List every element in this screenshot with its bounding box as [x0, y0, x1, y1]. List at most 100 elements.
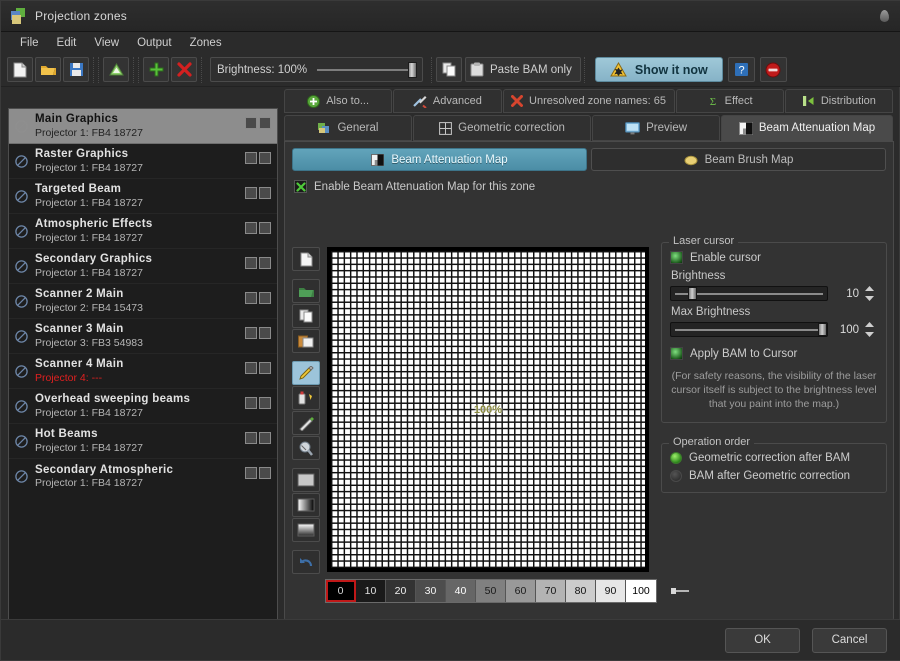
bam-swatch-30[interactable]: 30: [416, 580, 446, 602]
operation-order-option-0[interactable]: Geometric correction after BAM: [670, 452, 878, 464]
operation-order-radio-bam-after-geometric[interactable]: [670, 470, 682, 482]
bam-swatch-100[interactable]: 100: [626, 580, 656, 602]
zone-list-item-5[interactable]: Scanner 2 Main Projector 2: FB4 15473: [9, 284, 277, 319]
enable-bam-row[interactable]: Enable Beam Attenuation Map for this zon…: [294, 180, 893, 193]
fill-tool[interactable]: [292, 386, 320, 410]
add-zone-button[interactable]: [143, 57, 169, 82]
bam-swatch-0[interactable]: 0: [326, 580, 356, 602]
zone-toggle-boxes[interactable]: [245, 187, 271, 199]
bam-swatch-20[interactable]: 20: [386, 580, 416, 602]
bam-swatch-90[interactable]: 90: [596, 580, 626, 602]
brightness-control[interactable]: Brightness: 100%: [210, 57, 423, 82]
cursor-brightness-knob[interactable]: [688, 287, 697, 300]
horizontal-gradient-tool[interactable]: [292, 493, 320, 517]
open-map-tool[interactable]: [292, 279, 320, 303]
zone-toggle-a[interactable]: [245, 397, 257, 409]
new-file-button[interactable]: [7, 57, 33, 82]
zone-toggle-b[interactable]: [259, 292, 271, 304]
bam-swatch-10[interactable]: 10: [356, 580, 386, 602]
zone-toggle-b[interactable]: [259, 397, 271, 409]
tab-advanced[interactable]: Advanced: [393, 89, 501, 113]
open-folder-button[interactable]: [35, 57, 61, 82]
bam-swatch-40[interactable]: 40: [446, 580, 476, 602]
bam-swatch-50[interactable]: 50: [476, 580, 506, 602]
show-it-now-button[interactable]: Show it now: [595, 57, 723, 82]
undo-tool[interactable]: [292, 550, 320, 574]
zone-toggle-a[interactable]: [245, 222, 257, 234]
tab-beam-attenuation-map[interactable]: Beam Attenuation Map: [721, 115, 893, 141]
tab-distribution[interactable]: Distribution: [785, 89, 893, 113]
upload-button[interactable]: [103, 57, 129, 82]
menu-item-file[interactable]: File: [11, 35, 48, 51]
zone-toggle-boxes[interactable]: [245, 222, 271, 234]
zone-toggle-b[interactable]: [259, 257, 271, 269]
zone-toggle-boxes[interactable]: [245, 257, 271, 269]
bam-grid-canvas[interactable]: 100%: [327, 247, 649, 572]
cursor-brightness-row[interactable]: 10: [670, 285, 878, 302]
zone-toggle-a[interactable]: [245, 257, 257, 269]
zone-toggle-b[interactable]: [259, 222, 271, 234]
menu-item-edit[interactable]: Edit: [48, 35, 86, 51]
zone-toggle-a[interactable]: [245, 152, 257, 164]
brightness-slider-knob[interactable]: [408, 62, 417, 78]
zone-list[interactable]: Main Graphics Projector 1: FB4 18727 Ras…: [8, 108, 278, 621]
zone-toggle-boxes[interactable]: [245, 467, 271, 479]
zone-list-item-0[interactable]: Main Graphics Projector 1: FB4 18727: [9, 109, 277, 144]
zone-toggle-boxes[interactable]: [245, 432, 271, 444]
cancel-button[interactable]: Cancel: [812, 628, 887, 653]
eyedropper-tool[interactable]: [292, 436, 320, 460]
zone-toggle-boxes[interactable]: [245, 327, 271, 339]
menu-item-zones[interactable]: Zones: [181, 35, 231, 51]
zone-list-item-7[interactable]: Scanner 4 Main Projector 4: ---: [9, 354, 277, 389]
zone-toggle-boxes[interactable]: [245, 152, 271, 164]
subtab-beam-attenuation-map[interactable]: Beam Attenuation Map: [292, 148, 587, 171]
menu-item-output[interactable]: Output: [128, 35, 181, 51]
paste-bam-only-button[interactable]: Paste BAM only: [465, 57, 581, 82]
tab-effect[interactable]: Σ Effect: [676, 89, 784, 113]
zone-toggle-b[interactable]: [259, 187, 271, 199]
solid-fill-tool[interactable]: [292, 468, 320, 492]
zone-list-item-8[interactable]: Overhead sweeping beams Projector 1: FB4…: [9, 389, 277, 424]
zone-toggle-b[interactable]: [259, 467, 271, 479]
zone-toggle-boxes[interactable]: [245, 292, 271, 304]
zone-list-item-4[interactable]: Secondary Graphics Projector 1: FB4 1872…: [9, 249, 277, 284]
cursor-brightness-slider[interactable]: [670, 286, 828, 301]
pencil-tool[interactable]: [292, 361, 320, 385]
zone-toggle-b[interactable]: [259, 117, 271, 129]
zone-toggle-a[interactable]: [245, 117, 257, 129]
cursor-brightness-spinner[interactable]: [864, 285, 878, 302]
help-button[interactable]: ?: [728, 57, 755, 82]
zone-toggle-boxes[interactable]: [245, 117, 271, 129]
zone-toggle-b[interactable]: [259, 152, 271, 164]
cursor-max-brightness-slider[interactable]: [670, 322, 828, 337]
zone-toggle-a[interactable]: [245, 187, 257, 199]
palette-picker-icon[interactable]: [671, 584, 691, 598]
cursor-max-brightness-knob[interactable]: [818, 323, 827, 336]
save-button[interactable]: [63, 57, 89, 82]
operation-order-option-1[interactable]: BAM after Geometric correction: [670, 470, 878, 482]
copy-map-tool[interactable]: [292, 304, 320, 328]
paste-map-tool[interactable]: [292, 329, 320, 353]
vertical-gradient-tool[interactable]: [292, 518, 320, 542]
stop-button[interactable]: [760, 57, 787, 82]
zone-list-item-2[interactable]: Targeted Beam Projector 1: FB4 18727: [9, 179, 277, 214]
bam-grid[interactable]: 100%: [331, 251, 645, 568]
zone-toggle-boxes[interactable]: [245, 397, 271, 409]
zone-list-item-3[interactable]: Atmospheric Effects Projector 1: FB4 187…: [9, 214, 277, 249]
tab-also-to[interactable]: Also to...: [284, 89, 392, 113]
zone-toggle-a[interactable]: [245, 362, 257, 374]
new-map-tool[interactable]: [292, 247, 320, 271]
enable-bam-checkbox[interactable]: [294, 180, 307, 193]
bam-swatch-70[interactable]: 70: [536, 580, 566, 602]
zone-toggle-a[interactable]: [245, 327, 257, 339]
subtab-beam-brush-map[interactable]: Beam Brush Map: [591, 148, 886, 171]
zone-toggle-b[interactable]: [259, 362, 271, 374]
ok-button[interactable]: OK: [725, 628, 800, 653]
menu-item-view[interactable]: View: [85, 35, 128, 51]
tab-general[interactable]: General: [284, 115, 412, 141]
apply-bam-to-cursor-checkbox[interactable]: [670, 347, 683, 360]
zone-toggle-a[interactable]: [245, 467, 257, 479]
cursor-max-brightness-spinner[interactable]: [864, 321, 878, 338]
line-tool[interactable]: [292, 411, 320, 435]
tab-geometric-correction[interactable]: Geometric correction: [413, 115, 591, 141]
